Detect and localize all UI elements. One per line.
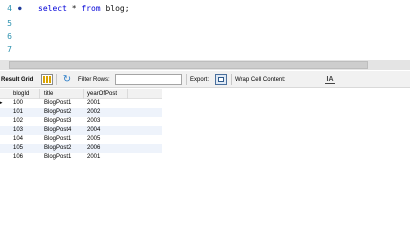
result-grid-tab[interactable]: Result Grid	[1, 76, 33, 84]
cell-title[interactable]: BlogPost2	[44, 108, 71, 117]
sql-text: *	[66, 4, 82, 13]
cell-blogid[interactable]: 101	[13, 108, 23, 117]
table-row[interactable]: ▸ 100 BlogPost1 2001	[0, 99, 162, 108]
grid-header-row: blogId title yearOfPost	[0, 89, 162, 99]
cell-yearofpost[interactable]: 2002	[87, 108, 100, 117]
cell-title[interactable]: BlogPost1	[44, 99, 71, 108]
toolbar-separator	[56, 74, 57, 85]
line-number: 6	[7, 32, 12, 41]
sql-keyword-from: from	[81, 4, 101, 13]
cell-yearofpost[interactable]: 2001	[87, 99, 100, 108]
code-line-5[interactable]: 5	[0, 18, 410, 30]
cell-title[interactable]: BlogPost2	[44, 144, 71, 153]
wrap-cell-content-label: Wrap Cell Content:	[235, 77, 286, 83]
cell-yearofpost[interactable]: 2005	[87, 135, 100, 144]
sql-table-name: blog;	[100, 4, 130, 13]
cell-blogid[interactable]: 105	[13, 144, 23, 153]
column-divider	[39, 89, 40, 99]
sql-keyword-select: select	[38, 4, 67, 13]
cell-title[interactable]: BlogPost1	[44, 135, 71, 144]
editor-horizontal-scrollbar-track[interactable]	[0, 60, 410, 70]
toolbar-separator	[231, 74, 232, 85]
table-row[interactable]: 104 BlogPost1 2005	[0, 135, 162, 144]
table-row[interactable]: 101 BlogPost2 2002	[0, 108, 162, 117]
sql-editor[interactable]: 4 ● select * from blog; 5 6 7	[0, 0, 410, 61]
cell-yearofpost[interactable]: 2001	[87, 153, 100, 162]
code-line-7[interactable]: 7	[0, 44, 410, 56]
toolbar-separator	[186, 74, 187, 85]
table-row[interactable]: 103 BlogPost4 2004	[0, 126, 162, 135]
horizontal-scrollbar-thumb[interactable]	[9, 61, 368, 69]
table-row[interactable]: 106 BlogPost1 2001	[0, 153, 162, 162]
cell-blogid[interactable]: 100	[13, 99, 23, 108]
current-row-arrow-icon: ▸	[0, 100, 3, 106]
cell-blogid[interactable]: 102	[13, 117, 23, 126]
statement-marker-icon: ●	[18, 5, 22, 12]
sql-statement[interactable]: select * from blog;	[38, 3, 130, 15]
cell-yearofpost[interactable]: 2003	[87, 117, 100, 126]
result-grid[interactable]: blogId title yearOfPost ▸ 100 BlogPost1 …	[0, 89, 410, 217]
cell-blogid[interactable]: 104	[13, 135, 23, 144]
cell-blogid[interactable]: 106	[13, 153, 23, 162]
column-header-blogid[interactable]: blogId	[13, 90, 29, 98]
refresh-filter-icon[interactable]: ↻	[61, 74, 73, 85]
cell-title[interactable]: BlogPost3	[44, 117, 71, 126]
result-grid-icon[interactable]	[41, 74, 53, 85]
line-number: 5	[7, 19, 12, 28]
filter-rows-label: Filter Rows:	[78, 77, 110, 83]
code-line-4[interactable]: 4 ● select * from blog;	[0, 3, 410, 15]
wrap-cell-content-icon[interactable]: IA	[325, 75, 335, 84]
code-line-6[interactable]: 6	[0, 31, 410, 43]
line-number: 4	[7, 4, 12, 13]
line-number: 7	[7, 45, 12, 54]
filter-rows-input[interactable]	[115, 74, 182, 85]
column-header-yearofpost[interactable]: yearOfPost	[87, 90, 117, 98]
column-divider	[127, 89, 128, 99]
column-header-title[interactable]: title	[44, 90, 53, 98]
cell-blogid[interactable]: 103	[13, 126, 23, 135]
column-divider	[83, 89, 84, 99]
cell-title[interactable]: BlogPost4	[44, 126, 71, 135]
table-row[interactable]: 105 BlogPost2 2006	[0, 144, 162, 153]
cell-yearofpost[interactable]: 2006	[87, 144, 100, 153]
cell-yearofpost[interactable]: 2004	[87, 126, 100, 135]
export-label: Export:	[190, 77, 210, 83]
result-toolbar: Result Grid ↻ Filter Rows: Export: Wrap …	[0, 71, 410, 88]
table-row[interactable]: 102 BlogPost3 2003	[0, 117, 162, 126]
export-icon[interactable]	[215, 74, 227, 85]
cell-title[interactable]: BlogPost1	[44, 153, 71, 162]
